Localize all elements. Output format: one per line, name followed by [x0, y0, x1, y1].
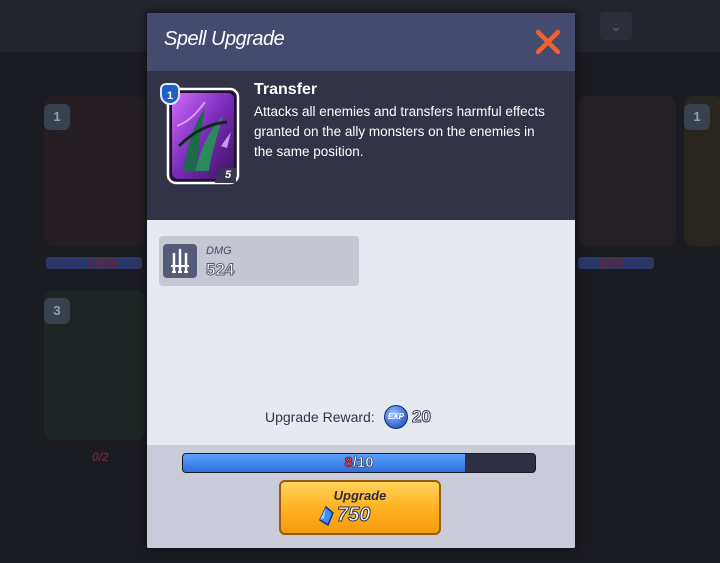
background-card-level: 1 — [684, 104, 710, 130]
upgrade-reward-label: Upgrade Reward: — [265, 409, 375, 425]
upgrade-progress-bar: 8/10 — [182, 453, 536, 473]
background-card-level: 1 — [44, 104, 70, 130]
close-button[interactable] — [533, 27, 563, 57]
background-card-count: 8/10 — [600, 256, 624, 270]
close-icon — [535, 29, 561, 55]
spell-level-badge: 1 — [160, 83, 180, 105]
background-card — [578, 96, 676, 246]
spell-card: 1 5 — [160, 83, 241, 186]
dialog-header: Spell Upgrade — [147, 13, 575, 71]
spell-level: 1 — [166, 90, 174, 102]
exp-coin-icon: EXP — [384, 405, 408, 429]
upgrade-reward-amount: 20 — [412, 407, 432, 427]
dmg-stat: DMG 524 — [159, 236, 359, 286]
dialog-footer: 8/10 Upgrade 750 — [147, 445, 575, 548]
stat-label: DMG — [206, 245, 232, 257]
progress-current: 8 — [344, 454, 353, 471]
background-dropdown: ⌄ — [600, 12, 632, 40]
spell-name: Transfer — [254, 81, 318, 98]
progress-text: 8/10 — [183, 454, 535, 472]
progress-max: 10 — [356, 454, 374, 471]
upgrade-button[interactable]: Upgrade 750 — [279, 480, 441, 535]
background-card-level: 3 — [44, 298, 70, 324]
background-card-count: 15/20 — [88, 256, 119, 270]
stat-value: 524 — [205, 260, 235, 280]
upgrade-button-label: Upgrade — [333, 488, 387, 503]
upgrade-cost: 750 — [336, 504, 371, 527]
background-card-count: 0/2 — [92, 450, 109, 464]
spell-info-panel: 1 5 Transfer Attacks all enemies and tra… — [147, 71, 575, 220]
spell-rank: 5 — [225, 169, 232, 181]
swords-icon — [163, 244, 197, 278]
spell-description: Attacks all enemies and transfers harmfu… — [254, 104, 545, 159]
blue-gem-icon — [319, 506, 334, 526]
dialog-title: Spell Upgrade — [164, 28, 285, 50]
spell-upgrade-dialog: Spell Upgrade 1 5 Transfer Attacks all e… — [147, 13, 575, 548]
